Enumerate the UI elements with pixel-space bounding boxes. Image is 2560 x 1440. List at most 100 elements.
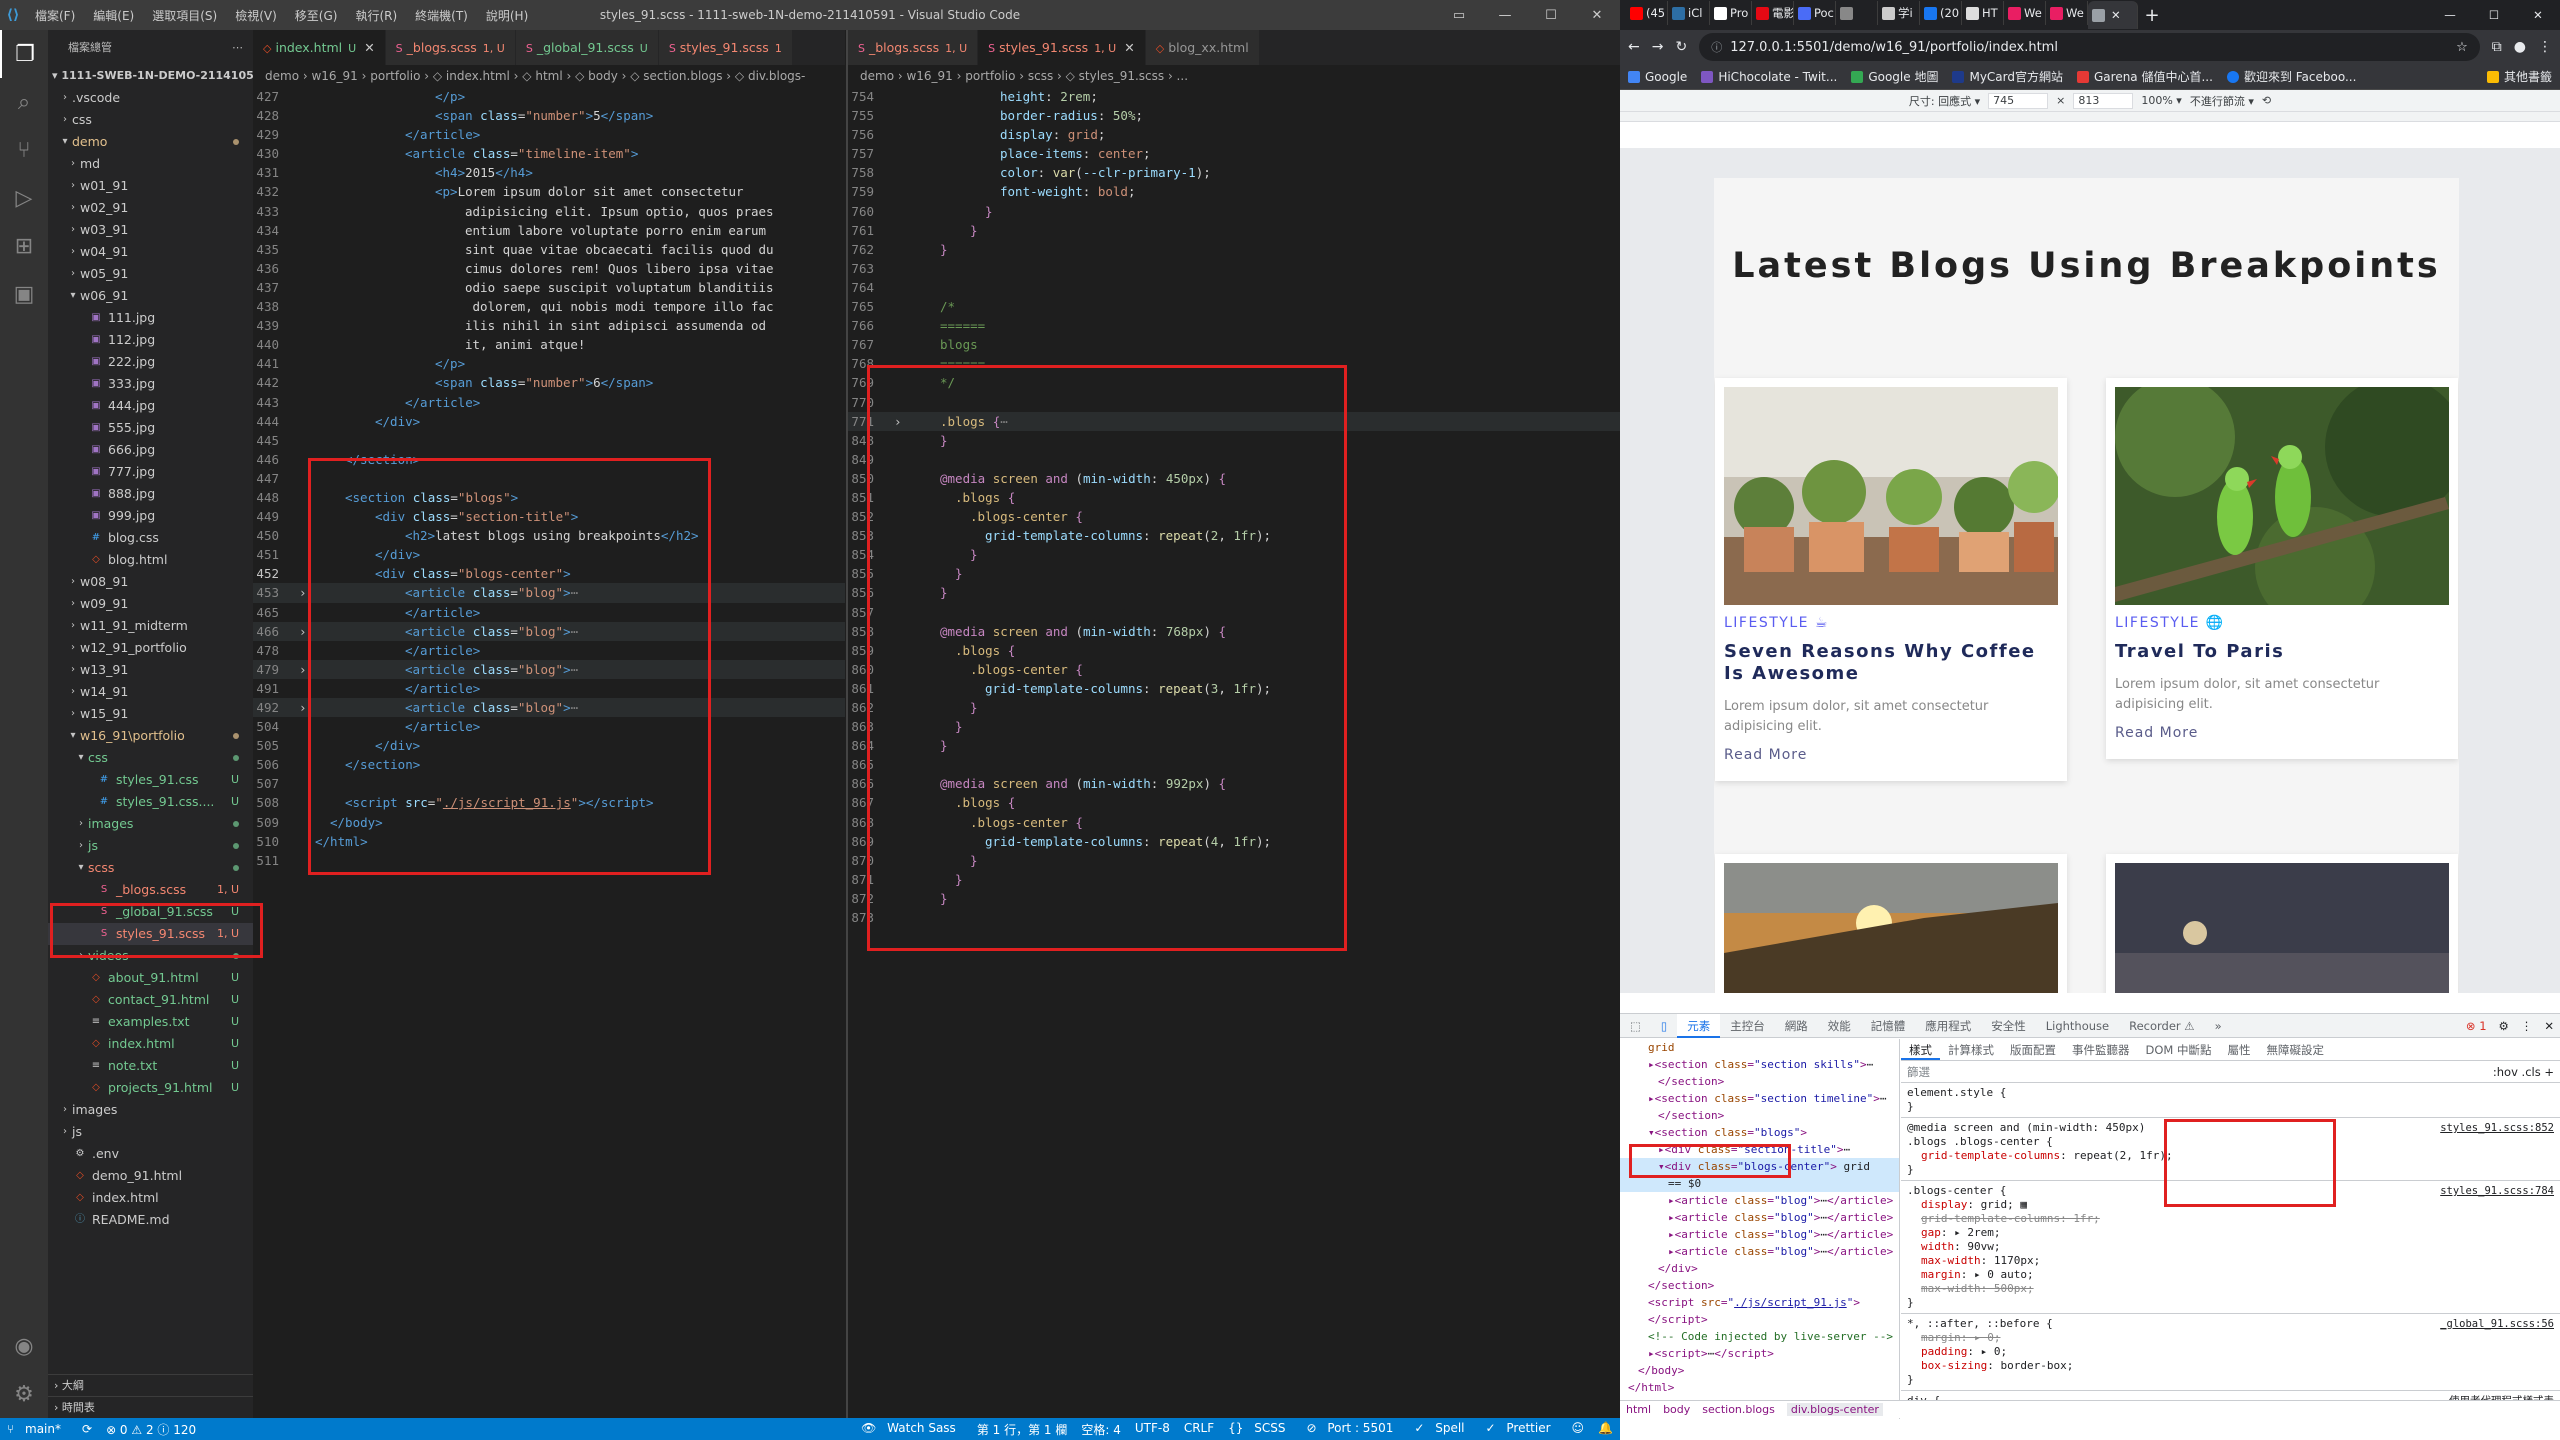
- code-line[interactable]: 871}: [848, 870, 1620, 889]
- filter-tools[interactable]: :hov .cls +: [2493, 1065, 2554, 1079]
- close-icon[interactable]: ✕: [1574, 8, 1620, 23]
- problems-status[interactable]: ⊗ 0 ⚠ 2 ⓘ 120: [99, 1421, 203, 1438]
- back-icon[interactable]: ←: [1628, 39, 1640, 55]
- dom-node[interactable]: grid: [1620, 1039, 1899, 1056]
- code-line[interactable]: 873: [848, 908, 1620, 927]
- browser-tab[interactable]: 学i: [1878, 1, 1920, 25]
- browser-tab[interactable]: [1836, 1, 1878, 25]
- fold-chevron-icon[interactable]: ›: [894, 412, 910, 431]
- tree-file[interactable]: ≡ note.txt U: [48, 1055, 253, 1077]
- dom-node[interactable]: </script>: [1620, 1311, 1899, 1328]
- maximize-icon[interactable]: ☐: [1528, 8, 1574, 23]
- editor-tab[interactable]: S _global_91.scss U: [515, 30, 659, 65]
- throttle-select[interactable]: 不進行節流 ▾: [2190, 93, 2254, 109]
- devtools-settings-icon[interactable]: ⚙: [2493, 1019, 2515, 1033]
- tree-file[interactable]: ⚙ .env: [48, 1143, 253, 1165]
- styles-subtab[interactable]: 屬性: [2219, 1039, 2258, 1060]
- code-line[interactable]: 432 <p>Lorem ipsum dolor sit amet consect…: [253, 182, 845, 201]
- eol-status[interactable]: CRLF: [1177, 1421, 1221, 1438]
- code-line[interactable]: 864}: [848, 736, 1620, 755]
- prettier-status[interactable]: ✓ Prettier: [1479, 1421, 1565, 1438]
- code-line[interactable]: 433 adipisicing elit. Ipsum optio, quos p…: [253, 202, 845, 221]
- tree-folder[interactable]: › videos: [48, 945, 253, 967]
- editor-tab[interactable]: ◇ index.html U ✕: [253, 30, 386, 65]
- search-icon[interactable]: ⌕: [0, 78, 48, 126]
- tree-file[interactable]: ⓘ README.md: [48, 1209, 253, 1231]
- run-debug-icon[interactable]: ▷: [0, 174, 48, 222]
- browser-tab[interactable]: We: [2004, 1, 2046, 25]
- dom-node[interactable]: == $0: [1620, 1175, 1899, 1192]
- code-line[interactable]: 761}: [848, 221, 1620, 240]
- code-line[interactable]: 862}: [848, 698, 1620, 717]
- code-line[interactable]: 509 </body>: [253, 813, 845, 832]
- code-line[interactable]: 859 .blogs {: [848, 641, 1620, 660]
- tab-network[interactable]: 網路: [1775, 1014, 1818, 1038]
- code-line[interactable]: 431 <h4>2015</h4>: [253, 163, 845, 182]
- tree-folder[interactable]: ▾ w16_91\portfolio: [48, 725, 253, 747]
- menu-help[interactable]: 說明(H): [477, 7, 537, 24]
- dimensions-select[interactable]: 尺寸: 回應式 ▾: [1909, 93, 1980, 109]
- dom-node[interactable]: ▸<section class="section skills">⋯: [1620, 1056, 1899, 1073]
- browser-maximize-icon[interactable]: ☐: [2472, 8, 2516, 22]
- tree-file[interactable]: ▣ 111.jpg: [48, 307, 253, 329]
- live-server-status[interactable]: ⊘ Port : 5501: [1299, 1421, 1407, 1438]
- menu-edit[interactable]: 編輯(E): [84, 7, 143, 24]
- code-line[interactable]: 870}: [848, 851, 1620, 870]
- code-line[interactable]: 430 <article class="timeline-item">: [253, 144, 845, 163]
- css-rule[interactable]: @media screen and (min-width: 450px) .blo…: [1901, 1118, 2560, 1181]
- css-rule[interactable]: .blogs-center {display: grid; ▦ grid-temp…: [1901, 1181, 2560, 1314]
- breadcrumb-item[interactable]: div.blogs-center: [1786, 1403, 1883, 1416]
- breadcrumb-item[interactable]: body: [1663, 1403, 1690, 1416]
- tab-console[interactable]: 主控台: [1720, 1014, 1775, 1038]
- menu-go[interactable]: 移至(G): [286, 7, 347, 24]
- tree-file[interactable]: ▣ 555.jpg: [48, 417, 253, 439]
- close-tab-icon[interactable]: ✕: [364, 40, 374, 55]
- code-line[interactable]: 759 font-weight: bold;: [848, 182, 1620, 201]
- code-line[interactable]: 441 </p>: [253, 354, 845, 373]
- code-line[interactable]: 439 ilis nihil in sint adipisci assumenda…: [253, 316, 845, 335]
- tree-file[interactable]: ≡ examples.txt U: [48, 1011, 253, 1033]
- code-line[interactable]: 758 color: var(--clr-primary-1);: [848, 163, 1620, 182]
- code-line[interactable]: 465 </article>: [253, 603, 845, 622]
- feedback-icon[interactable]: ☺: [1565, 1421, 1592, 1438]
- spell-status[interactable]: ✓ Spell: [1407, 1421, 1478, 1438]
- tree-folder[interactable]: › w13_91: [48, 659, 253, 681]
- tree-file[interactable]: S _global_91.scss U: [48, 901, 253, 923]
- branch-status[interactable]: ⑂ main*: [0, 1422, 75, 1436]
- code-line[interactable]: 866 @media screen and (min-width: 992px) …: [848, 774, 1620, 793]
- dom-node[interactable]: ▸<section class="section timeline">⋯: [1620, 1090, 1899, 1107]
- source-control-icon[interactable]: ⑂: [0, 126, 48, 174]
- code-line[interactable]: 444 </div>: [253, 412, 845, 431]
- code-line[interactable]: 756 display: grid;: [848, 125, 1620, 144]
- code-line[interactable]: 427 </p>: [253, 87, 845, 106]
- code-line[interactable]: 453 › <article class="blog">⋯: [253, 583, 845, 603]
- editor-split-divider[interactable]: [846, 30, 848, 1418]
- fold-chevron-icon[interactable]: ›: [299, 698, 315, 717]
- dom-node[interactable]: </section>: [1620, 1073, 1899, 1090]
- watch-sass-status[interactable]: 👁 Watch Sass: [854, 1421, 970, 1438]
- tree-folder[interactable]: ▾ demo: [48, 131, 253, 153]
- dom-node[interactable]: </section>: [1620, 1107, 1899, 1124]
- code-line[interactable]: 479 › <article class="blog">⋯: [253, 659, 845, 679]
- code-line[interactable]: 492 › <article class="blog">⋯: [253, 698, 845, 718]
- code-line[interactable]: 508 <script src="./js/script_91.js"></scr…: [253, 793, 845, 812]
- css-rule[interactable]: element.style {}: [1901, 1083, 2560, 1118]
- zoom-select[interactable]: 100% ▾: [2141, 94, 2181, 107]
- remote-explorer-icon[interactable]: ▣: [0, 270, 48, 318]
- code-line[interactable]: 860 .blogs-center {: [848, 660, 1620, 679]
- styles-subtab[interactable]: 樣式: [1901, 1039, 1940, 1060]
- tree-file[interactable]: # styles_91.css U: [48, 769, 253, 791]
- tree-folder[interactable]: › w02_91: [48, 197, 253, 219]
- code-line[interactable]: 868 .blogs-center {: [848, 813, 1620, 832]
- code-line[interactable]: 855}: [848, 564, 1620, 583]
- right-code-editor[interactable]: 754 height: 2rem; 755 border-radius: 50%; 75…: [848, 87, 1620, 1418]
- code-line[interactable]: 445: [253, 431, 845, 450]
- tree-file[interactable]: ▣ 444.jpg: [48, 395, 253, 417]
- timeline-panel[interactable]: › 時間表: [48, 1396, 253, 1418]
- code-line[interactable]: 442 <span class="number">6</span>: [253, 373, 845, 392]
- tree-folder[interactable]: › w04_91: [48, 241, 253, 263]
- more-actions-icon[interactable]: ⋯: [232, 30, 243, 65]
- reload-icon[interactable]: ↻: [1675, 39, 1687, 55]
- styles-subtab[interactable]: DOM 中斷點: [2138, 1039, 2220, 1060]
- close-tab-icon[interactable]: ✕: [2111, 8, 2121, 22]
